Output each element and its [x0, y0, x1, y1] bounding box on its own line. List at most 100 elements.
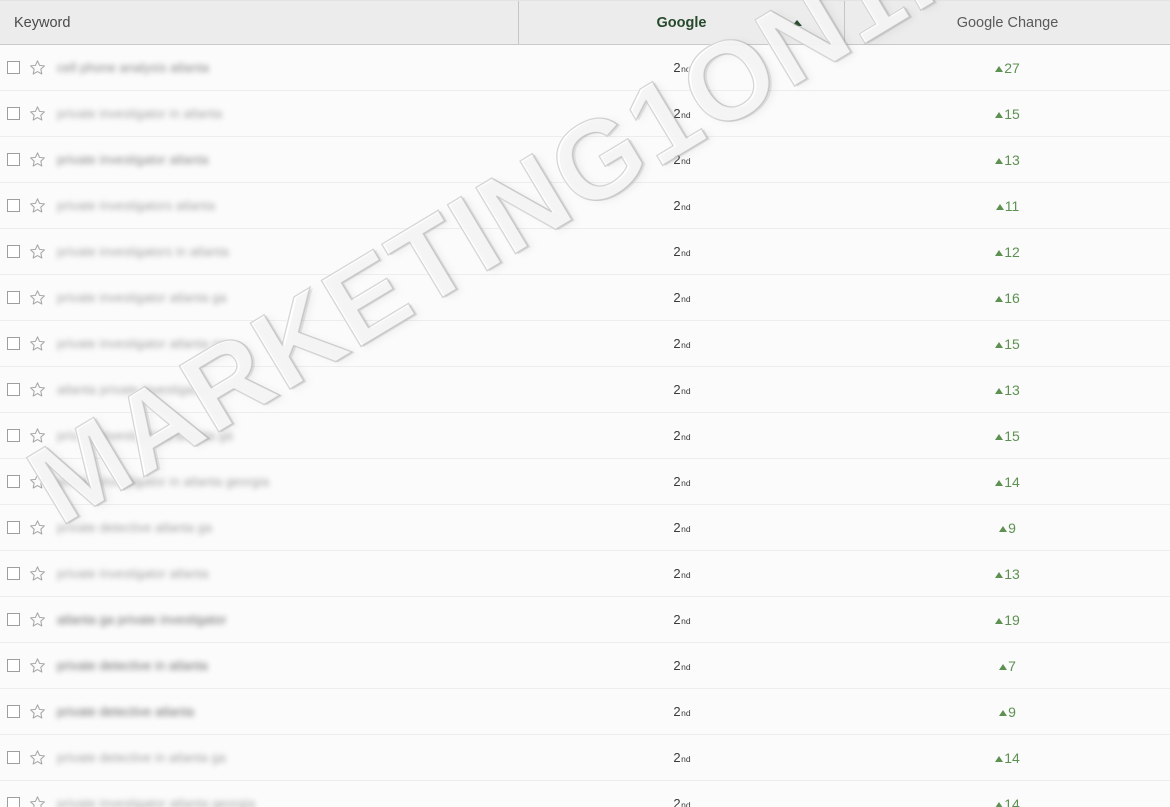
cell-google-change: 15	[845, 428, 1170, 444]
keyword-text: private detective atlanta ga	[57, 520, 213, 535]
star-icon[interactable]	[29, 197, 46, 214]
change-up-icon	[995, 65, 1004, 72]
table-row[interactable]: private investigator in atlanta georgia 2…	[0, 459, 1170, 505]
table-row[interactable]: private detective in atlanta ga 2nd 14	[0, 735, 1170, 781]
star-icon[interactable]	[29, 427, 46, 444]
row-select-checkbox[interactable]	[7, 429, 20, 442]
table-row[interactable]: private investigator atlanta 2nd 13	[0, 137, 1170, 183]
cell-google-change: 13	[845, 152, 1170, 168]
keyword-text: private investigator atlanta georgia	[57, 796, 256, 807]
row-select-checkbox[interactable]	[7, 199, 20, 212]
change-up-icon	[995, 249, 1004, 256]
keyword-text: private investigators in atlanta	[57, 244, 229, 259]
table-row[interactable]: private investigators in atlanta 2nd 12	[0, 229, 1170, 275]
row-select-checkbox[interactable]	[7, 613, 20, 626]
table-row[interactable]: private detective in atlanta 2nd 7	[0, 643, 1170, 689]
star-icon[interactable]	[29, 381, 46, 398]
star-icon[interactable]	[29, 151, 46, 168]
table-row[interactable]: private investigator atlanta ga 2nd 15	[0, 321, 1170, 367]
change-value: 15	[1004, 105, 1020, 122]
star-icon[interactable]	[29, 243, 46, 260]
cell-keyword: private investigator in atlanta	[0, 105, 519, 122]
rank-value: 2	[673, 704, 681, 719]
rank-value: 2	[673, 750, 681, 765]
change-value: 14	[1004, 795, 1020, 807]
star-icon[interactable]	[29, 289, 46, 306]
row-select-checkbox[interactable]	[7, 475, 20, 488]
cell-google-rank: 2nd	[673, 244, 691, 259]
rank-value: 2	[673, 796, 681, 807]
table-row[interactable]: private detective atlanta 2nd 9	[0, 689, 1170, 735]
cell-google-rank: 2nd	[673, 382, 691, 397]
cell-keyword: private investigators atlanta ga	[0, 427, 519, 444]
column-header-keyword[interactable]: Keyword	[0, 1, 519, 44]
star-icon[interactable]	[29, 611, 46, 628]
rank-value: 2	[673, 382, 681, 397]
row-select-checkbox[interactable]	[7, 383, 20, 396]
cell-google-rank: 2nd	[673, 290, 691, 305]
keyword-text: private investigator in atlanta	[57, 106, 223, 121]
star-icon[interactable]	[29, 105, 46, 122]
keyword-text: atlanta ga private investigator	[57, 612, 227, 627]
star-icon[interactable]	[29, 749, 46, 766]
row-select-checkbox[interactable]	[7, 61, 20, 74]
table-row[interactable]: atlanta private investigator 2nd 13	[0, 367, 1170, 413]
rank-value: 2	[673, 198, 681, 213]
table-row[interactable]: private investigators atlanta 2nd 11	[0, 183, 1170, 229]
keyword-text: private investigator atlanta	[57, 152, 209, 167]
row-select-checkbox[interactable]	[7, 751, 20, 764]
star-icon[interactable]	[29, 59, 46, 76]
cell-google-rank: 2nd	[673, 612, 691, 627]
change-up-icon	[995, 571, 1004, 578]
row-select-checkbox[interactable]	[7, 107, 20, 120]
table-row[interactable]: atlanta ga private investigator 2nd 19	[0, 597, 1170, 643]
row-select-checkbox[interactable]	[7, 245, 20, 258]
cell-google-change: 14	[845, 474, 1170, 490]
change-value: 13	[1004, 151, 1020, 168]
star-icon[interactable]	[29, 565, 46, 582]
star-icon[interactable]	[29, 519, 46, 536]
sort-ascending-icon	[792, 19, 802, 26]
cell-google-rank: 2nd	[673, 106, 691, 121]
cell-keyword: private detective atlanta ga	[0, 519, 519, 536]
keyword-text: private investigator atlanta ga	[57, 336, 227, 351]
star-icon[interactable]	[29, 335, 46, 352]
star-icon[interactable]	[29, 657, 46, 674]
table-row[interactable]: private detective atlanta ga 2nd 9	[0, 505, 1170, 551]
keyword-text: private investigators atlanta	[57, 198, 215, 213]
row-select-checkbox[interactable]	[7, 659, 20, 672]
rank-value: 2	[673, 106, 681, 121]
table-row[interactable]: private investigator atlanta georgia 2nd 1…	[0, 781, 1170, 807]
cell-google-change: 9	[845, 520, 1170, 536]
change-value: 13	[1004, 381, 1020, 398]
column-header-google[interactable]: Google	[519, 1, 845, 44]
change-up-icon	[995, 387, 1004, 394]
row-select-checkbox[interactable]	[7, 705, 20, 718]
cell-google-rank: 2nd	[673, 658, 691, 673]
cell-google-rank: 2nd	[673, 428, 691, 443]
star-icon[interactable]	[29, 703, 46, 720]
table-row[interactable]: private investigators atlanta ga 2nd 15	[0, 413, 1170, 459]
row-select-checkbox[interactable]	[7, 291, 20, 304]
cell-google-change: 14	[845, 750, 1170, 766]
cell-google-change: 14	[845, 796, 1170, 807]
row-select-checkbox[interactable]	[7, 567, 20, 580]
change-up-icon	[995, 433, 1004, 440]
star-icon[interactable]	[29, 795, 46, 807]
row-select-checkbox[interactable]	[7, 337, 20, 350]
row-select-checkbox[interactable]	[7, 797, 20, 807]
cell-google-change: 11	[845, 198, 1170, 214]
row-select-checkbox[interactable]	[7, 153, 20, 166]
table-row[interactable]: private investigator atlanta 2nd 13	[0, 551, 1170, 597]
keyword-text: cell phone analysis atlanta	[57, 60, 210, 75]
table-row[interactable]: private investigator in atlanta 2nd 15	[0, 91, 1170, 137]
row-select-checkbox[interactable]	[7, 521, 20, 534]
change-up-icon	[995, 111, 1004, 118]
table-row[interactable]: private investigator atlanta ga 2nd 16	[0, 275, 1170, 321]
table-row[interactable]: cell phone analysis atlanta 2nd 27	[0, 45, 1170, 91]
star-icon[interactable]	[29, 473, 46, 490]
cell-keyword: private investigator in atlanta georgia	[0, 473, 519, 490]
column-header-google-change[interactable]: Google Change	[845, 1, 1170, 44]
cell-google-change: 15	[845, 336, 1170, 352]
cell-google-change: 13	[845, 382, 1170, 398]
